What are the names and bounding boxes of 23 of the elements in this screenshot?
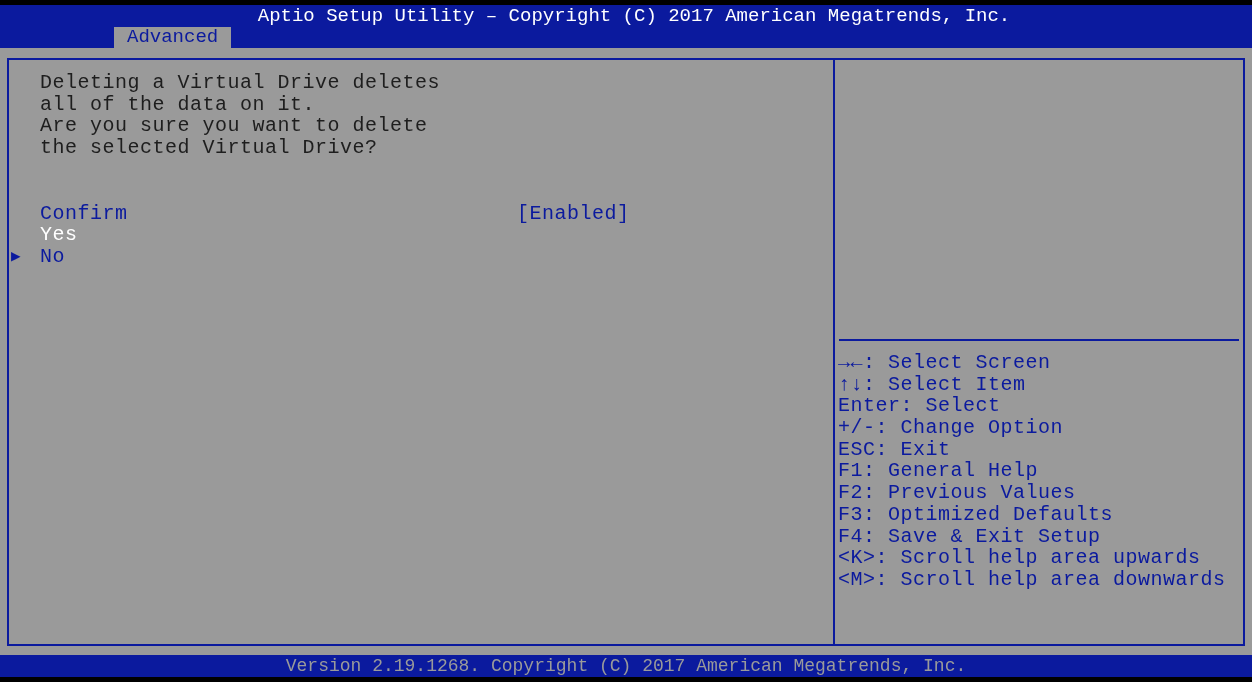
message-line: the selected Virtual Drive? bbox=[40, 137, 378, 159]
option-value[interactable]: [Enabled] bbox=[517, 202, 630, 225]
help-key-line: F3: Optimized Defaults bbox=[838, 503, 1114, 526]
menu-item[interactable]: Yes bbox=[40, 224, 517, 247]
help-key-line: <K>: Scroll help area upwards bbox=[838, 547, 1201, 569]
help-key-line: +/-: Change Option bbox=[838, 417, 1064, 439]
help-key-line: F2: Previous Values bbox=[838, 482, 1076, 504]
window-title: Aptio Setup Utility – Copyright (C) 2017 American Megatrends, Inc. bbox=[257, 6, 1011, 26]
help-key-line: F4: Save & Exit Setup bbox=[838, 525, 1101, 548]
submenu-marker: ▶ bbox=[11, 248, 21, 265]
help-key-line: Enter: Select bbox=[838, 395, 1001, 418]
help-key-line: ESC: Exit bbox=[838, 438, 951, 461]
message-line: Deleting a Virtual Drive deletes bbox=[40, 72, 441, 94]
help-key-line: <M>: Scroll help area downwards bbox=[838, 568, 1226, 591]
footer-text: Version 2.19.1268. Copyright (C) 2017 American Megatrends, Inc. bbox=[285, 657, 967, 675]
menu-item[interactable]: Confirm bbox=[40, 202, 517, 225]
menu-item[interactable]: No bbox=[40, 246, 517, 268]
help-key-line: →←: Select Screen bbox=[838, 352, 1051, 374]
message-line: all of the data on it. bbox=[40, 93, 316, 116]
message-line: Are you sure you want to delete bbox=[40, 115, 428, 138]
tab[interactable]: Advanced bbox=[114, 27, 232, 48]
help-key-line: F1: General Help bbox=[838, 460, 1039, 483]
help-key-line: ↑↓: Select Item bbox=[838, 373, 1026, 396]
